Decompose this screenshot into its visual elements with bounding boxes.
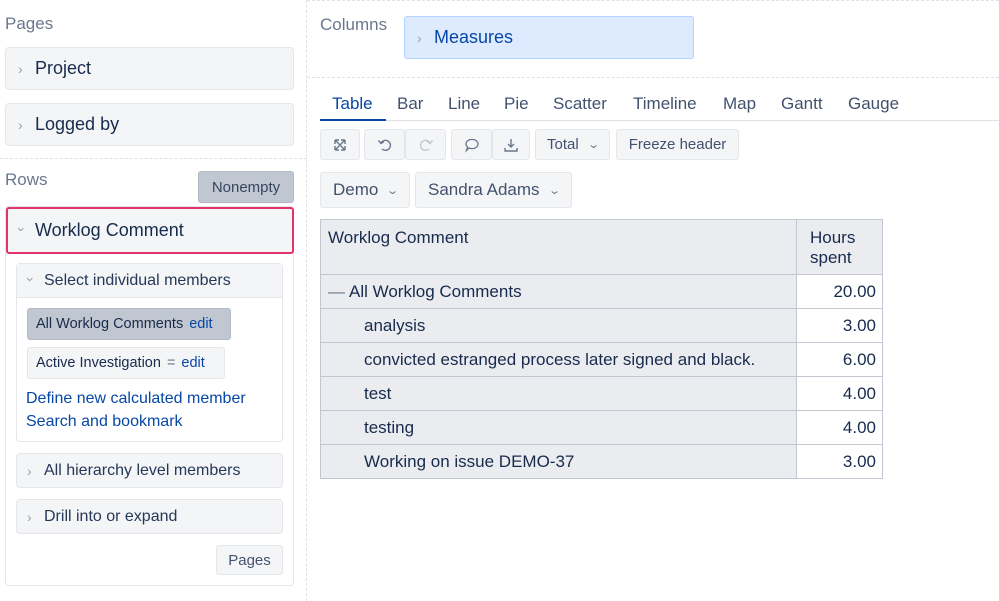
tab-table[interactable]: Table	[332, 94, 373, 114]
tab-gauge[interactable]: Gauge	[848, 94, 899, 114]
drill-into-or-expand[interactable]: › Drill into or expand	[16, 499, 283, 534]
logged-by-filter-dropdown[interactable]: Sandra Adams ⌄	[415, 172, 572, 208]
project-filter-dropdown[interactable]: Demo ⌄	[320, 172, 410, 208]
chevron-right-icon: ›	[18, 116, 23, 133]
chevron-down-icon: ›	[23, 276, 39, 282]
dimension-title: Worklog Comment	[35, 220, 184, 240]
redo-icon	[419, 139, 433, 151]
member-label: All Worklog Comments	[36, 316, 184, 332]
chevron-down-icon: ⌄	[386, 184, 400, 197]
pages-item-project[interactable]: › Project	[5, 47, 294, 90]
row-label-cell[interactable]: — All Worklog Comments	[320, 274, 797, 309]
worklog-comment-dimension-header[interactable]: › Worklog Comment	[6, 207, 294, 254]
chevron-down-icon: ›	[14, 226, 30, 232]
move-to-pages-button[interactable]: Pages	[216, 545, 283, 575]
total-label: Total	[547, 136, 579, 153]
export-button[interactable]	[492, 129, 530, 160]
expand-arrows-icon	[334, 138, 346, 151]
freeze-header-button[interactable]: Freeze header	[616, 129, 739, 160]
pages-item-label: Logged by	[35, 114, 120, 134]
pages-section-label: Pages	[5, 14, 54, 33]
value-cell: 3.00	[796, 444, 883, 479]
all-levels-label: All hierarchy level members	[44, 461, 241, 479]
table-header-row: Worklog Comment Hours spent	[320, 219, 883, 275]
table-row: — All Worklog Comments 20.00	[320, 274, 883, 309]
tab-timeline[interactable]: Timeline	[633, 94, 697, 114]
member-label: Active Investigation	[36, 355, 161, 371]
chevron-down-icon: ⌄	[586, 139, 600, 151]
table-row: convicted estranged process later signed…	[320, 342, 883, 377]
row-label-cell[interactable]: test	[320, 376, 797, 411]
search-bookmark-link[interactable]: Search and bookmark	[26, 413, 183, 431]
nonempty-button[interactable]: Nonempty	[198, 171, 294, 203]
top-divider	[307, 0, 999, 1]
pages-item-logged-by[interactable]: › Logged by	[5, 103, 294, 146]
measure-header[interactable]: Hours spent	[796, 219, 883, 275]
chevron-right-icon: ›	[417, 29, 422, 46]
table-row: testing 4.00	[320, 410, 883, 445]
table-row: Working on issue DEMO-37 3.00	[320, 444, 883, 479]
table-row: test 4.00	[320, 376, 883, 411]
row-label-cell[interactable]: analysis	[320, 308, 797, 343]
member-chip-all-worklog-comments[interactable]: All Worklog Comments edit	[27, 308, 231, 340]
value-cell: 4.00	[796, 376, 883, 411]
measures-label: Measures	[434, 27, 514, 47]
member-equals-symbol: =	[166, 355, 176, 371]
member-edit-link[interactable]: edit	[181, 355, 204, 371]
filter-value: Sandra Adams	[428, 180, 540, 199]
table-row: analysis 3.00	[320, 308, 883, 343]
report-table: Worklog Comment Hours spent — All Worklog…	[320, 219, 883, 479]
tab-scatter[interactable]: Scatter	[553, 94, 607, 114]
filter-value: Demo	[333, 180, 379, 199]
select-members-header[interactable]: › Select individual members	[17, 264, 282, 298]
comment-button[interactable]	[451, 129, 492, 160]
value-cell: 6.00	[796, 342, 883, 377]
row-dimension-header[interactable]: Worklog Comment	[320, 219, 797, 275]
comment-icon	[464, 138, 479, 153]
drill-label: Drill into or expand	[44, 507, 178, 525]
tab-map[interactable]: Map	[723, 94, 756, 114]
fullscreen-button[interactable]	[320, 129, 360, 160]
tab-gantt[interactable]: Gantt	[781, 94, 823, 114]
row-label-cell[interactable]: testing	[320, 410, 797, 445]
chevron-down-icon: ⌄	[547, 184, 561, 197]
member-chip-active-investigation[interactable]: Active Investigation = edit	[27, 347, 225, 379]
value-cell: 3.00	[796, 308, 883, 343]
row-label: All Worklog Comments	[349, 281, 522, 301]
chevron-right-icon: ›	[18, 60, 23, 77]
download-icon	[504, 138, 518, 152]
columns-divider	[307, 77, 999, 78]
undo-button[interactable]	[364, 129, 405, 160]
chevron-right-icon: ›	[27, 462, 32, 479]
define-calculated-member-link[interactable]: Define new calculated member	[26, 390, 246, 408]
row-label-cell[interactable]: convicted estranged process later signed…	[320, 342, 797, 377]
redo-button[interactable]	[405, 129, 446, 160]
row-label-cell[interactable]: Working on issue DEMO-37	[320, 444, 797, 479]
tab-pie[interactable]: Pie	[504, 94, 529, 114]
total-dropdown[interactable]: Total ⌄	[535, 129, 610, 160]
select-members-label: Select individual members	[44, 271, 231, 289]
collapse-minus-icon[interactable]: —	[328, 282, 345, 301]
rows-section-label: Rows	[5, 170, 48, 189]
value-cell: 4.00	[796, 410, 883, 445]
section-divider	[0, 158, 307, 159]
undo-icon	[377, 139, 391, 151]
measures-dimension-chip[interactable]: › Measures	[404, 16, 694, 59]
tab-line[interactable]: Line	[448, 94, 480, 114]
tab-bar[interactable]: Bar	[397, 94, 423, 114]
pages-item-label: Project	[35, 58, 92, 78]
value-cell: 20.00	[796, 274, 883, 309]
active-tab-indicator	[320, 119, 386, 121]
chevron-right-icon: ›	[27, 508, 32, 525]
chart-type-tabs: Table Bar Line Pie Scatter Timeline Map …	[320, 88, 999, 121]
columns-section-label: Columns	[320, 15, 388, 34]
member-edit-link[interactable]: edit	[189, 316, 212, 332]
all-hierarchy-level-members[interactable]: › All hierarchy level members	[16, 453, 283, 488]
